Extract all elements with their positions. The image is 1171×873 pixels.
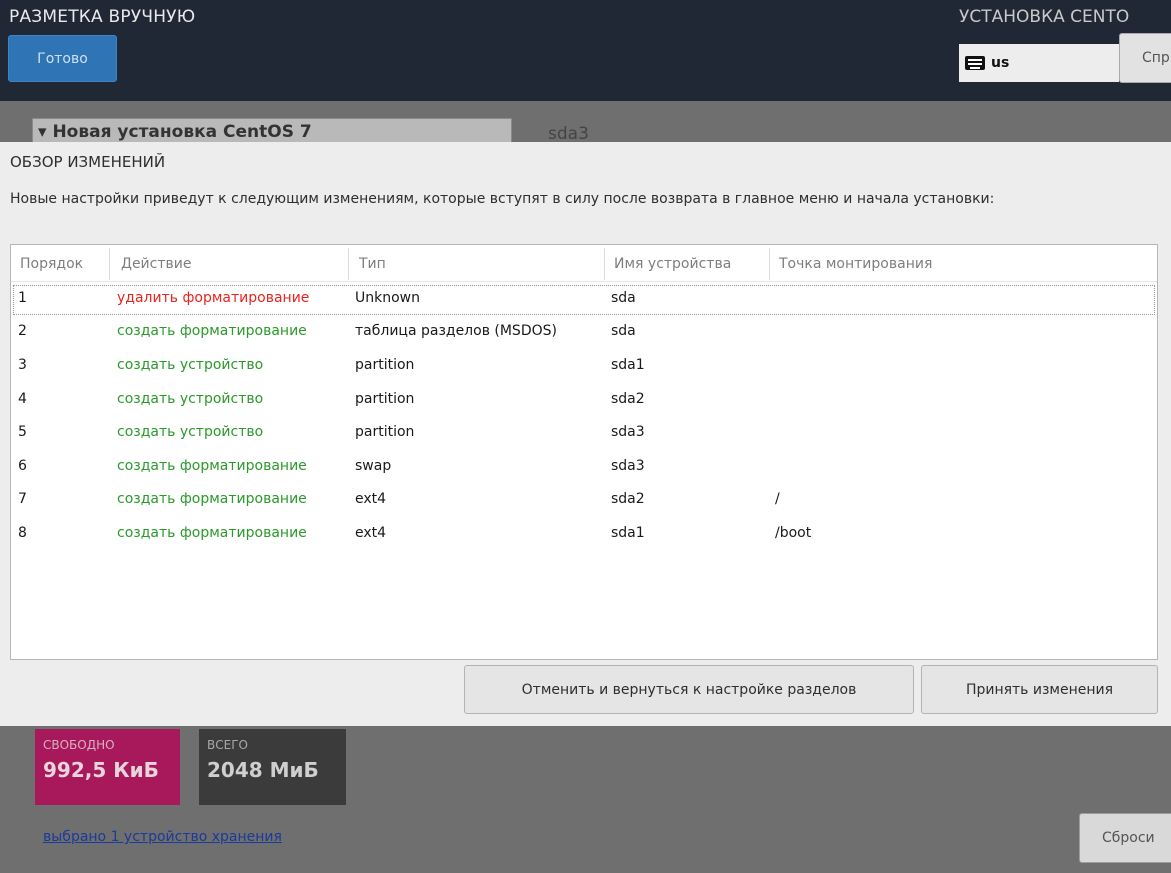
- total-space-value: 2048 МиБ: [207, 758, 319, 782]
- row-order: 3: [18, 357, 27, 373]
- row-action: создать форматирование: [117, 323, 307, 339]
- done-button[interactable]: Готово: [8, 35, 117, 82]
- row-action: создать устройство: [117, 424, 264, 440]
- row-order: 7: [18, 491, 27, 507]
- table-row[interactable]: 1 удалить форматирование Unknown sda: [13, 285, 1155, 315]
- column-separator: [348, 248, 349, 280]
- row-action: создать устройство: [117, 391, 264, 407]
- row-action: удалить форматирование: [117, 290, 310, 306]
- reset-button[interactable]: Сброси: [1079, 813, 1171, 863]
- table-row[interactable]: 6 создать форматирование swap sda3: [14, 454, 1154, 482]
- table-row[interactable]: 7 создать форматирование ext4 sda2 /: [14, 487, 1154, 515]
- row-mount: /: [775, 491, 780, 507]
- column-separator: [604, 248, 605, 280]
- row-type: partition: [355, 391, 415, 407]
- row-mount: /boot: [775, 525, 812, 541]
- row-action: создать устройство: [117, 357, 264, 373]
- row-order: 6: [18, 458, 27, 474]
- row-order: 2: [18, 323, 27, 339]
- row-order: 1: [18, 290, 27, 306]
- row-device: sda1: [611, 525, 645, 541]
- row-type: Unknown: [355, 290, 420, 306]
- accept-changes-button[interactable]: Принять изменения: [921, 665, 1158, 714]
- column-separator: [109, 248, 110, 280]
- table-header-divider: [11, 281, 1157, 282]
- free-space-value: 992,5 КиБ: [43, 758, 159, 782]
- row-order: 4: [18, 391, 27, 407]
- row-type: таблица разделов (MSDOS): [355, 323, 557, 339]
- dialog-title: ОБЗОР ИЗМЕНЕНИЙ: [10, 153, 166, 171]
- row-device: sda3: [611, 458, 645, 474]
- row-type: partition: [355, 357, 415, 373]
- column-header-device[interactable]: Имя устройства: [614, 256, 731, 272]
- keyboard-layout-label: us: [991, 55, 1010, 71]
- column-header-type[interactable]: Тип: [359, 256, 386, 272]
- installation-dropdown-label: ▾ Новая установка CentOS 7: [38, 122, 312, 142]
- row-type: ext4: [355, 491, 387, 507]
- column-separator: [769, 248, 770, 280]
- table-row[interactable]: 3 создать устройство partition sda1: [14, 353, 1154, 381]
- table-row[interactable]: 8 создать форматирование ext4 sda1 /boot: [14, 521, 1154, 549]
- selected-storage-link[interactable]: выбрано 1 устройство хранения: [43, 829, 282, 845]
- page-title: РАЗМЕТКА ВРУЧНУЮ: [9, 7, 196, 27]
- row-type: ext4: [355, 525, 387, 541]
- column-header-action[interactable]: Действие: [121, 256, 191, 272]
- total-space-badge: ВСЕГО 2048 МиБ: [199, 729, 346, 805]
- free-space-label: СВОБОДНО: [43, 738, 115, 752]
- free-space-badge: СВОБОДНО 992,5 КиБ: [35, 729, 180, 805]
- row-device: sda3: [611, 424, 645, 440]
- keyboard-layout-button[interactable]: us: [959, 44, 1119, 82]
- row-device: sda2: [611, 491, 645, 507]
- table-row[interactable]: 2 создать форматирование таблица раздело…: [14, 319, 1154, 347]
- row-action: создать форматирование: [117, 491, 307, 507]
- selected-device-label: sda3: [548, 124, 589, 144]
- column-header-order[interactable]: Порядок: [20, 256, 83, 272]
- row-device: sda1: [611, 357, 645, 373]
- row-type: swap: [355, 458, 392, 474]
- row-device: sda2: [611, 391, 645, 407]
- table-row[interactable]: 4 создать устройство partition sda2: [14, 387, 1154, 415]
- column-header-mount[interactable]: Точка монтирования: [779, 256, 932, 272]
- row-action: создать форматирование: [117, 458, 307, 474]
- table-row[interactable]: 5 создать устройство partition sda3: [14, 420, 1154, 448]
- row-device: sda: [611, 323, 636, 339]
- keyboard-icon: [965, 56, 985, 70]
- help-button[interactable]: Спр: [1119, 33, 1171, 83]
- row-order: 8: [18, 525, 27, 541]
- row-order: 5: [18, 424, 27, 440]
- row-type: partition: [355, 424, 415, 440]
- total-space-label: ВСЕГО: [207, 738, 248, 752]
- row-action: создать форматирование: [117, 525, 307, 541]
- dialog-description: Новые настройки приведут к следующим изм…: [10, 191, 995, 207]
- install-title: УСТАНОВКА CENTO: [959, 7, 1130, 27]
- cancel-return-button[interactable]: Отменить и вернуться к настройке раздело…: [464, 665, 914, 714]
- row-device: sda: [611, 290, 636, 306]
